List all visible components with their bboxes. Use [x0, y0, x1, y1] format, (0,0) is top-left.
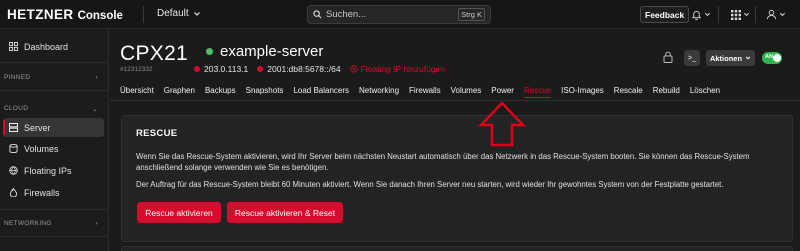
sidebar-item-label: Volumes [24, 143, 59, 154]
floating-ip-icon [349, 65, 358, 73]
add-floating-ip-link[interactable]: Floating IP hinzufügen [349, 64, 445, 74]
section-label: CLOUD [4, 105, 29, 112]
tab-graphs[interactable]: Graphen [164, 86, 195, 98]
sidebar-item-label: Server [24, 122, 51, 133]
sidebar-section-networking[interactable]: NETWORKING › [4, 220, 104, 227]
bell-icon [691, 10, 702, 20]
actions-label: Aktionen [709, 53, 743, 63]
tab-delete[interactable]: Löschen [690, 86, 720, 98]
tab-load-balancers[interactable]: Load Balancers [293, 86, 349, 98]
rescue-description: Wenn Sie das Rescue-System aktivieren, w… [136, 152, 750, 172]
tab-volumes[interactable]: Volumes [451, 86, 482, 98]
server-icon [9, 123, 18, 132]
tab-backups[interactable]: Backups [205, 86, 236, 98]
ipv6-text: 2001:db8:5678::/64 [267, 64, 341, 74]
ipv6-address[interactable]: 2001:db8:5678::/64 [257, 64, 341, 74]
sidebar-item-volumes[interactable]: Volumes [3, 139, 104, 158]
chevron-right-icon: › [95, 74, 98, 81]
sidebar-item-dashboard[interactable]: Dashboard [3, 37, 104, 56]
server-ips: 203.0.113.1 2001:db8:5678::/64 Floating … [194, 64, 445, 74]
sidebar-item-label: Floating IPs [24, 165, 72, 176]
divider [0, 62, 108, 63]
ipv6-dot [257, 66, 264, 72]
tab-rescale[interactable]: Rescale [614, 86, 643, 98]
tab-firewalls[interactable]: Firewalls [409, 86, 441, 98]
tab-rebuild[interactable]: Rebuild [653, 86, 680, 98]
user-menu-button[interactable] [766, 6, 786, 23]
next-panel [121, 246, 793, 251]
floating-ip-label: Floating IP hinzufügen [360, 64, 445, 74]
power-label: AN [765, 54, 773, 60]
server-name-text: example-server [220, 43, 324, 60]
ipv4-address[interactable]: 203.0.113.1 [194, 64, 248, 74]
feedback-button[interactable]: Feedback [640, 6, 690, 23]
dashboard-icon [9, 42, 18, 51]
notifications-button[interactable] [691, 6, 711, 23]
sidebar-item-firewalls[interactable]: Firewalls [3, 183, 104, 202]
tabs-divider [110, 100, 800, 101]
divider [0, 236, 108, 237]
tab-power[interactable]: Power [491, 86, 514, 98]
sidebar-item-label: Firewalls [24, 187, 60, 198]
console-button[interactable]: >_ [684, 50, 700, 66]
chevron-right-icon: › [95, 220, 98, 227]
status-indicator [206, 48, 213, 55]
rescue-note: Der Auftrag für das Rescue-System bleibt… [136, 180, 724, 189]
tab-iso-images[interactable]: ISO-Images [561, 86, 604, 98]
activate-rescue-reset-button[interactable]: Rescue aktivieren & Reset [227, 202, 343, 223]
top-bar: HETZNERConsole Default Strg K Feedback [0, 0, 800, 29]
hetzner-logo[interactable]: HETZNER Console [7, 7, 123, 22]
divider [755, 6, 756, 23]
up-arrow-annotation-icon [478, 101, 526, 147]
rescue-title: RESCUE [136, 128, 178, 139]
section-label: PINNED [4, 74, 31, 81]
server-name: example-server [206, 43, 323, 60]
ipv4-dot [194, 66, 200, 72]
power-toggle[interactable]: AN [762, 52, 782, 64]
search-input[interactable] [326, 9, 459, 20]
volume-icon [9, 144, 18, 153]
search-icon [313, 10, 322, 19]
divider [0, 209, 108, 210]
search-shortcut: Strg K [458, 8, 485, 21]
tab-networking[interactable]: Networking [359, 86, 399, 98]
tab-rescue[interactable]: Rescue [523, 86, 552, 98]
lock-icon[interactable] [663, 51, 673, 63]
chevron-down-icon [193, 11, 200, 16]
tab-overview[interactable]: Übersicht [120, 86, 154, 98]
divider [718, 6, 719, 23]
chevron-down-icon: ⌄ [92, 106, 98, 113]
sidebar-section-pinned[interactable]: PINNED › [4, 74, 104, 81]
activate-rescue-button[interactable]: Rescue aktivieren [137, 202, 221, 223]
apps-menu-button[interactable] [731, 6, 750, 23]
sidebar-item-floating-ips[interactable]: Floating IPs [3, 161, 104, 180]
search-bar[interactable]: Strg K [307, 5, 491, 24]
sidebar-item-server[interactable]: Server [3, 118, 104, 137]
sidebar-section-cloud[interactable]: CLOUD ⌄ [4, 105, 104, 113]
chevron-down-icon [745, 56, 751, 60]
user-icon [766, 9, 777, 20]
globe-icon [9, 166, 18, 175]
tab-snapshots[interactable]: Snapshots [246, 86, 284, 98]
divider [0, 90, 108, 91]
firewall-icon [9, 188, 18, 197]
chevron-down-icon [704, 12, 711, 17]
ipv4-text: 203.0.113.1 [204, 64, 249, 74]
actions-dropdown[interactable]: Aktionen [706, 50, 755, 66]
chevron-down-icon [743, 12, 750, 17]
sidebar: Dashboard PINNED › CLOUD ⌄ Server Volume… [0, 29, 109, 251]
server-tabs: Übersicht Graphen Backups Snapshots Load… [120, 86, 720, 98]
toggle-knob [773, 54, 781, 62]
server-id: #12312332 [120, 66, 153, 73]
chevron-down-icon [779, 12, 786, 17]
logo-text: HETZNER [7, 7, 74, 22]
grid-icon [731, 9, 741, 20]
server-type: CPX21 [120, 42, 189, 65]
app-name: Console [77, 10, 123, 22]
divider [143, 6, 144, 23]
section-label: NETWORKING [4, 220, 52, 227]
sidebar-item-label: Dashboard [24, 41, 69, 52]
project-name: Default [157, 8, 189, 19]
project-selector[interactable]: Default [157, 8, 201, 19]
